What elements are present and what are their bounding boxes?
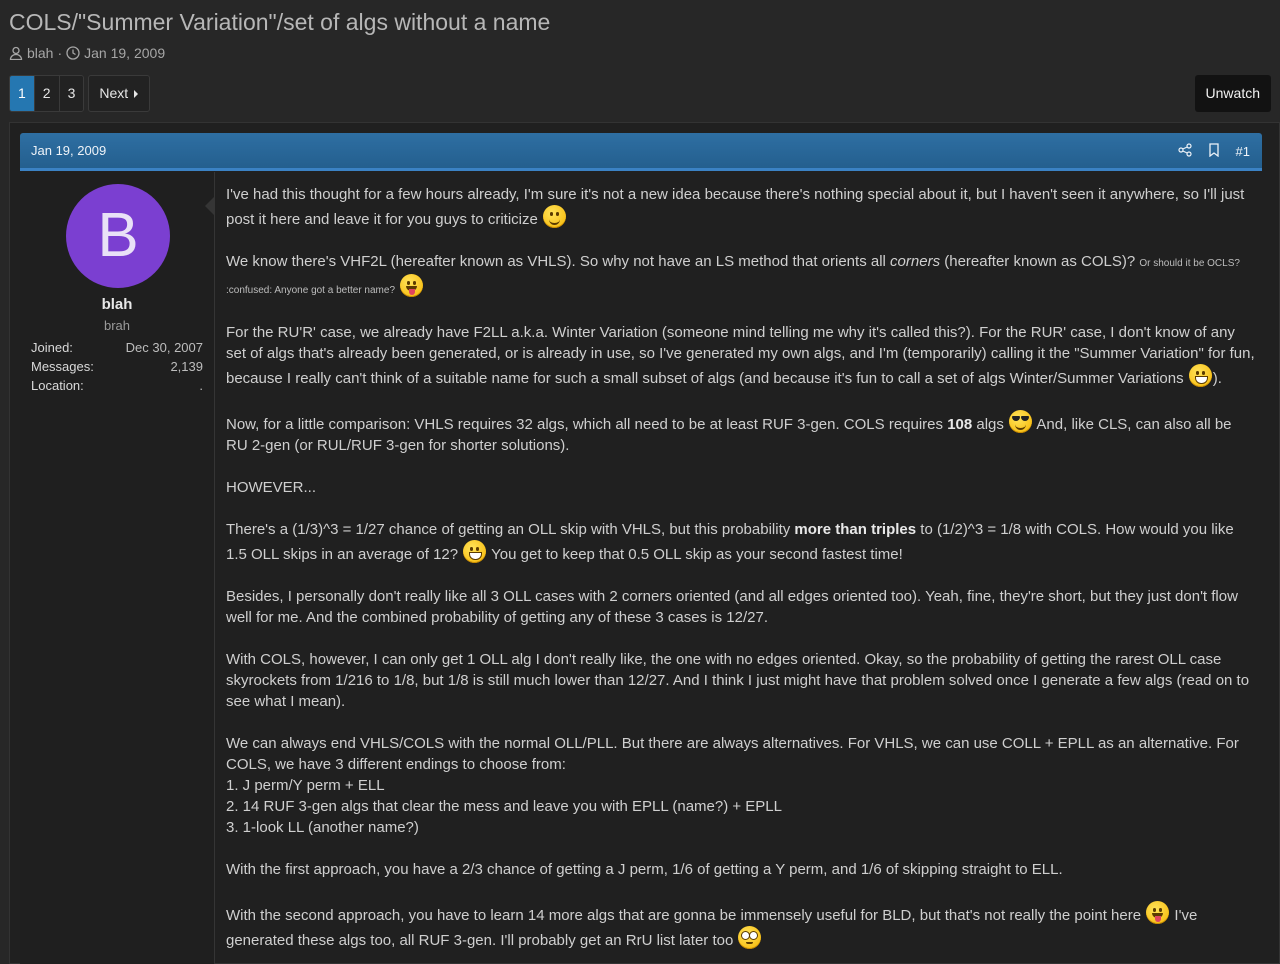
- text: With the second approach, you have to le…: [226, 907, 1142, 924]
- thread-date[interactable]: Jan 19, 2009: [84, 45, 165, 61]
- tongue-emoji: [1146, 901, 1170, 924]
- paragraph: I've had this thought for a few hours al…: [226, 184, 1256, 230]
- unwatch-button[interactable]: Unwatch: [1194, 75, 1271, 112]
- stat-row-messages: Messages: 2,139: [31, 357, 203, 376]
- chevron-right-icon: [133, 75, 139, 112]
- user-icon: [9, 46, 23, 60]
- bold: 108: [947, 416, 973, 433]
- thread-author[interactable]: blah: [27, 45, 53, 61]
- stat-label: Joined:: [31, 340, 73, 355]
- text: I've had this thought for a few hours al…: [226, 186, 1245, 228]
- paragraph: We know there's VHF2L (hereafter known a…: [226, 251, 1256, 301]
- stat-label: Messages:: [31, 359, 94, 374]
- next-page-button[interactable]: Next: [88, 75, 151, 112]
- stat-row-joined: Joined: Dec 30, 2007: [31, 338, 203, 357]
- cool-emoji: [1009, 410, 1033, 433]
- text: We know there's VHF2L (hereafter known a…: [226, 253, 891, 270]
- text: ).: [1212, 370, 1222, 387]
- text: For the RU'R' case, we already have F2LL…: [226, 324, 1255, 387]
- page-link-1[interactable]: 1: [10, 76, 35, 111]
- tongue-emoji: [400, 274, 424, 297]
- thread-meta: blah · Jan 19, 2009: [9, 45, 165, 61]
- post-body: I've had this thought for a few hours al…: [226, 184, 1256, 964]
- clock-icon: [66, 46, 80, 60]
- smile-emoji: [543, 205, 566, 228]
- bold: more than triples: [794, 521, 917, 538]
- text: You get to keep that 0.5 OLL skip as you…: [487, 546, 903, 563]
- text: We can always end VHLS/COLS with the nor…: [226, 735, 1239, 773]
- text: algs: [972, 416, 1004, 433]
- stat-value: Dec 30, 2007: [125, 340, 203, 355]
- grin-emoji: [1188, 364, 1212, 387]
- bookmark-icon[interactable]: [1208, 142, 1220, 160]
- paragraph: There's a (1/3)^3 = 1/27 chance of getti…: [226, 519, 1256, 565]
- paragraph: With the second approach, you have to le…: [226, 901, 1256, 951]
- paragraph: Besides, I personally don't really like …: [226, 588, 1238, 626]
- page-links: 1 2 3: [9, 75, 85, 112]
- grin-emoji: [463, 540, 487, 563]
- post-header: Jan 19, 2009 #1: [20, 133, 1262, 171]
- stat-value[interactable]: 2,139: [170, 357, 203, 376]
- paragraph: For the RU'R' case, we already have F2LL…: [226, 322, 1256, 389]
- emphasis: corners: [890, 253, 941, 270]
- avatar[interactable]: B: [66, 184, 170, 288]
- post-number[interactable]: #1: [1236, 144, 1250, 159]
- paragraph: We can always end VHLS/COLS with the nor…: [226, 733, 1256, 838]
- page-link-3[interactable]: 3: [59, 76, 84, 111]
- user-title: brah: [103, 318, 131, 333]
- username[interactable]: blah: [20, 296, 214, 313]
- list-item: 3. 1-look LL (another name?): [226, 819, 419, 836]
- post-date[interactable]: Jan 19, 2009: [31, 133, 106, 169]
- text: (hereafter known as COLS)?: [940, 253, 1140, 270]
- paragraph: Now, for a little comparison: VHLS requi…: [226, 410, 1256, 456]
- paragraph: HOWEVER...: [226, 479, 317, 496]
- stat-label: Location:: [31, 378, 84, 393]
- user-sidebar: B blah brah Joined: Dec 30, 2007 Message…: [20, 172, 215, 964]
- page: COLS/"Summer Variation"/set of algs with…: [0, 0, 1280, 964]
- page-link-2[interactable]: 2: [34, 76, 60, 111]
- post-actions: #1: [1177, 133, 1250, 169]
- share-icon[interactable]: [1177, 142, 1192, 160]
- next-label: Next: [99, 85, 129, 101]
- text: There's a (1/3)^3 = 1/27 chance of getti…: [226, 521, 795, 538]
- stat-value[interactable]: .: [199, 376, 203, 395]
- list-item: 1. J perm/Y perm + ELL: [226, 777, 385, 794]
- thread-title: COLS/"Summer Variation"/set of algs with…: [9, 9, 551, 35]
- pagination: 1 2 3 Next: [9, 75, 151, 112]
- list-item: 2. 14 RUF 3-gen algs that clear the mess…: [226, 798, 782, 815]
- meta-separator: ·: [57, 45, 63, 61]
- text: Now, for a little comparison: VHLS requi…: [226, 416, 948, 433]
- rolleyes-emoji: [738, 926, 762, 949]
- user-stats: Joined: Dec 30, 2007 Messages: 2,139 Loc…: [31, 338, 203, 395]
- post-pointer: [205, 197, 214, 215]
- paragraph: With COLS, however, I can only get 1 OLL…: [226, 651, 1250, 710]
- paragraph: With the first approach, you have a 2/3 …: [226, 861, 1063, 878]
- stat-row-location: Location: .: [31, 376, 203, 395]
